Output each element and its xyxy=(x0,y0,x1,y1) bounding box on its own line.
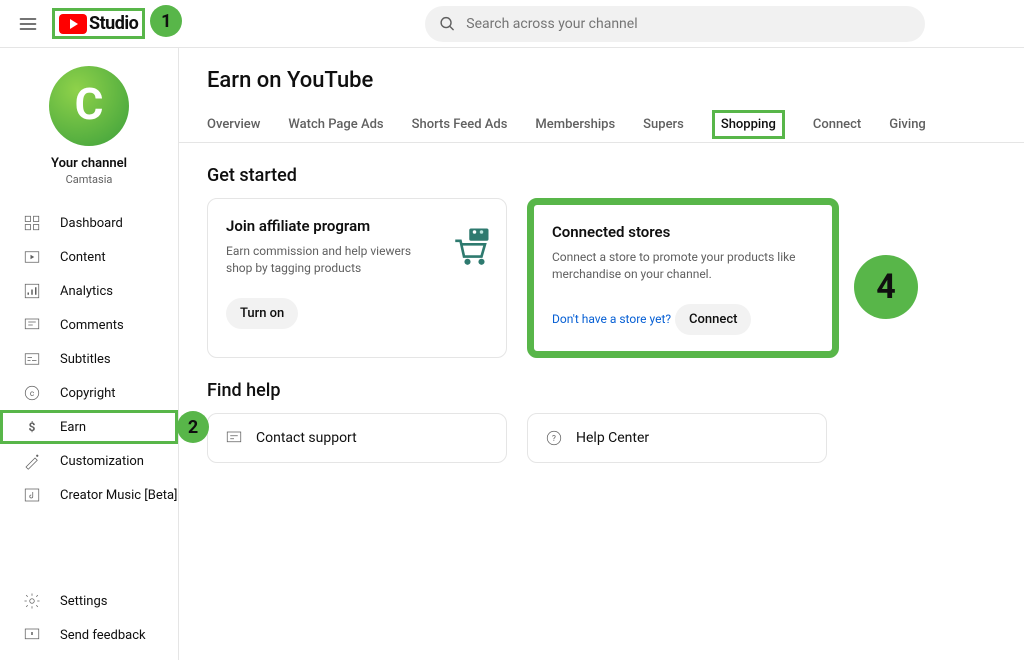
topbar: Studio 1 xyxy=(0,0,1024,48)
customization-icon xyxy=(22,451,42,471)
feedback-icon xyxy=(22,625,42,645)
hamburger-menu-button[interactable] xyxy=(16,12,40,36)
svg-text:$: $ xyxy=(29,420,36,434)
help-center-label: Help Center xyxy=(576,430,649,446)
tab-supers[interactable]: Supers xyxy=(643,107,684,142)
affiliate-title: Join affiliate program xyxy=(226,217,488,235)
tab-giving[interactable]: Giving xyxy=(889,107,926,142)
sidebar-item-label: Dashboard xyxy=(60,216,123,231)
sidebar-item-label: Analytics xyxy=(60,284,113,299)
svg-text:?: ? xyxy=(552,434,556,444)
subtitles-icon xyxy=(22,349,42,369)
brand-label: Studio xyxy=(89,13,138,34)
your-channel-label: Your channel xyxy=(51,156,127,171)
earn-tabs: Overview Watch Page Ads Shorts Feed Ads … xyxy=(179,107,1024,143)
sidebar-item-label: Subtitles xyxy=(60,352,111,367)
sidebar-item-earn[interactable]: $ Earn 2 xyxy=(0,410,178,444)
sidebar-item-customization[interactable]: Customization xyxy=(0,444,178,478)
contact-support-label: Contact support xyxy=(256,430,357,446)
svg-text:c: c xyxy=(30,389,35,399)
sidebar-item-label: Send feedback xyxy=(60,628,146,643)
no-store-link[interactable]: Don't have a store yet? xyxy=(552,312,671,326)
channel-name-label: Camtasia xyxy=(66,173,113,186)
sidebar-item-settings[interactable]: Settings xyxy=(0,584,178,618)
sidebar-item-label: Copyright xyxy=(60,386,116,401)
connect-button[interactable]: Connect xyxy=(675,304,751,335)
page-title: Earn on YouTube xyxy=(207,68,996,93)
studio-logo[interactable]: Studio 1 xyxy=(52,8,145,39)
sidebar-item-label: Customization xyxy=(60,454,144,469)
annotation-step-2: 2 xyxy=(177,411,209,443)
sidebar-item-label: Comments xyxy=(60,318,124,333)
sidebar-item-dashboard[interactable]: Dashboard xyxy=(0,206,178,240)
connected-stores-card: Connected stores Connect a store to prom… xyxy=(527,198,839,358)
affiliate-card: Join affiliate program Earn commission a… xyxy=(207,198,507,358)
stores-title: Connected stores xyxy=(552,223,814,241)
shopping-cart-icon xyxy=(450,225,492,267)
find-help-heading: Find help xyxy=(207,380,996,401)
analytics-icon xyxy=(22,281,42,301)
get-started-heading: Get started xyxy=(207,165,996,186)
tab-shorts-feed-ads[interactable]: Shorts Feed Ads xyxy=(412,107,508,142)
tab-watch-page-ads[interactable]: Watch Page Ads xyxy=(288,107,383,142)
main-content: Earn on YouTube Overview Watch Page Ads … xyxy=(178,48,1024,660)
menu-icon xyxy=(18,14,38,34)
sidebar-item-analytics[interactable]: Analytics xyxy=(0,274,178,308)
sidebar-item-label: Creator Music [Beta] xyxy=(60,488,178,503)
search-bar[interactable] xyxy=(425,6,925,42)
affiliate-desc: Earn commission and help viewers shop by… xyxy=(226,243,436,278)
search-input[interactable] xyxy=(466,16,911,32)
sidebar-item-label: Content xyxy=(60,250,106,265)
help-center-button[interactable]: ? Help Center xyxy=(527,413,827,463)
tab-overview[interactable]: Overview xyxy=(207,107,260,142)
tab-connect[interactable]: Connect xyxy=(813,107,861,142)
sidebar-item-label: Settings xyxy=(60,594,107,609)
copyright-icon: c xyxy=(22,383,42,403)
stores-desc: Connect a store to promote your products… xyxy=(552,249,812,284)
tab-shopping[interactable]: Shopping xyxy=(712,110,785,139)
search-icon xyxy=(439,15,456,33)
sidebar-item-copyright[interactable]: c Copyright xyxy=(0,376,178,410)
sidebar-item-subtitles[interactable]: Subtitles xyxy=(0,342,178,376)
dashboard-icon xyxy=(22,213,42,233)
sidebar-item-content[interactable]: Content xyxy=(0,240,178,274)
sidebar-item-comments[interactable]: Comments xyxy=(0,308,178,342)
channel-avatar[interactable]: C xyxy=(49,66,129,146)
annotation-step-4: 4 xyxy=(854,255,918,319)
sidebar-item-label: Earn xyxy=(60,420,86,435)
content-icon xyxy=(22,247,42,267)
settings-icon xyxy=(22,591,42,611)
music-icon xyxy=(22,485,42,505)
sidebar-item-feedback[interactable]: Send feedback xyxy=(0,618,178,652)
tab-memberships[interactable]: Memberships xyxy=(535,107,615,142)
comments-icon xyxy=(22,315,42,335)
help-icon: ? xyxy=(544,428,564,448)
turn-on-button[interactable]: Turn on xyxy=(226,298,298,329)
sidebar-item-creator-music[interactable]: Creator Music [Beta] xyxy=(0,478,178,512)
youtube-play-icon xyxy=(59,14,87,34)
annotation-step-1: 1 xyxy=(150,5,182,37)
contact-support-button[interactable]: Contact support xyxy=(207,413,507,463)
earn-icon: $ xyxy=(22,417,42,437)
chat-icon xyxy=(224,428,244,448)
sidebar: C Your channel Camtasia Dashboard Conten… xyxy=(0,48,178,660)
channel-header: C Your channel Camtasia xyxy=(0,66,178,186)
